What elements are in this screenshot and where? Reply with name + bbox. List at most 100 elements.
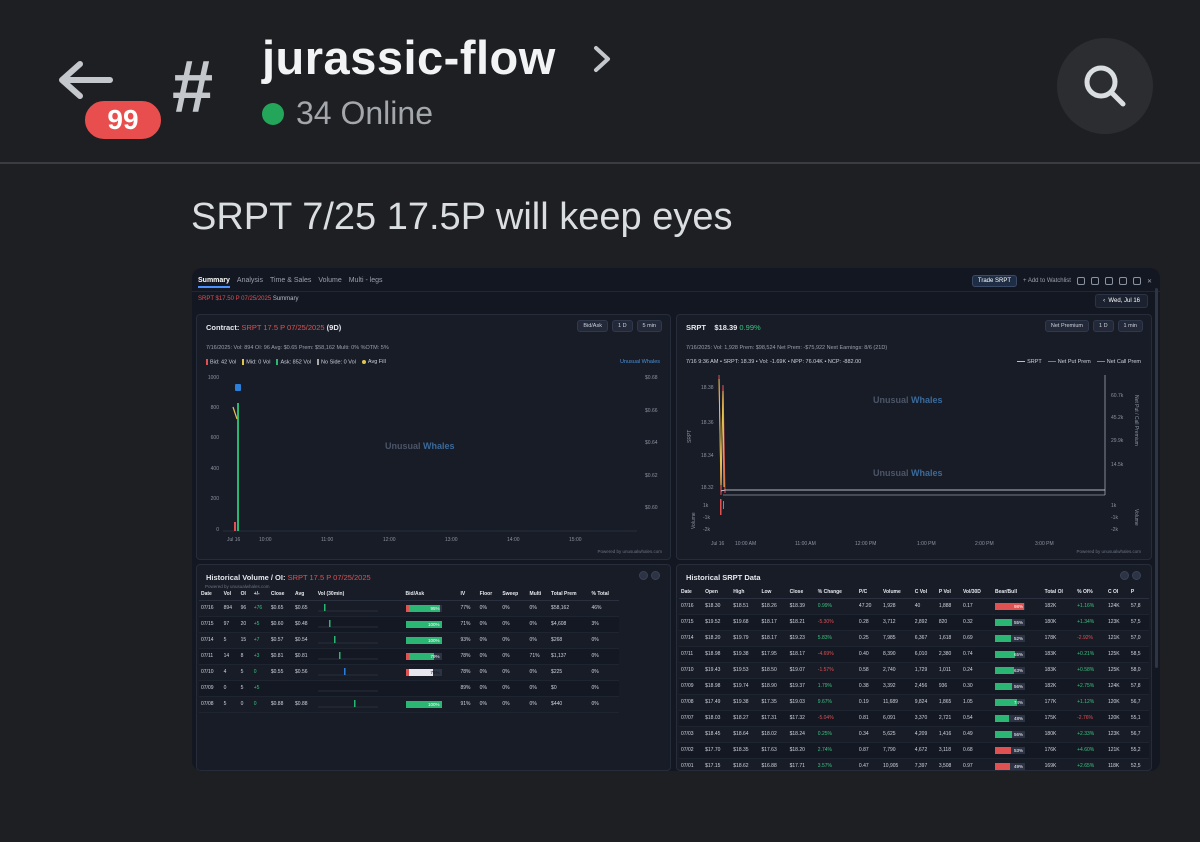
grid-icon[interactable] [1120, 571, 1129, 580]
spark-bar [353, 700, 356, 707]
info-icon[interactable] [1076, 277, 1085, 285]
table-cell: $19.37 [787, 678, 816, 695]
x-tick: 15:00 [569, 537, 582, 543]
table-cell: $0.54 [293, 632, 316, 649]
vol-tick: -2k [703, 527, 710, 533]
table-cell: 10,905 [881, 758, 913, 771]
table-cell: 3.57% [815, 758, 857, 771]
table-cell: 07/10 [679, 662, 704, 679]
table-cell: 07/11 [199, 648, 222, 665]
table-cell: 8,390 [881, 646, 913, 663]
grid-icon[interactable] [639, 571, 648, 580]
table-cell: 0% [527, 632, 550, 649]
column-header: OI [238, 589, 252, 601]
y-axis-label: SRPT [687, 430, 693, 443]
table-row: 07/10 $19.43 $19.53 $18.50 $19.07 -1.57% 0.58 2… [679, 662, 1149, 679]
table-cell: 0 [251, 696, 269, 713]
table-cell: 55,2 [1128, 742, 1149, 759]
spark-bar [343, 668, 346, 675]
table-cell: 0 [238, 696, 252, 713]
tab-time-sales[interactable]: Time & Sales [270, 277, 311, 288]
search-button[interactable] [1057, 38, 1153, 134]
table-cell: 180K [1042, 726, 1076, 743]
calculator-icon[interactable] [1090, 277, 1099, 285]
table-cell: $4,608 [549, 616, 590, 633]
table-cell: 0% [500, 680, 528, 697]
column-header: P [1128, 587, 1149, 599]
gear-icon[interactable] [1104, 277, 1113, 285]
table-cell: 2,892 [912, 614, 937, 631]
bearbull-bar: 56% [995, 682, 1026, 690]
bearbull-bar: 56% [995, 730, 1026, 738]
table-cell: $19.07 [787, 662, 816, 679]
y2-tick: 29.9k [1111, 438, 1124, 444]
table-cell: 0.24 [960, 662, 994, 679]
column-header: C OI [1105, 587, 1129, 599]
settings-icon[interactable] [651, 571, 660, 580]
expand-icon[interactable] [1132, 277, 1141, 285]
table-cell: $0.81 [268, 648, 294, 665]
add-watchlist-link[interactable]: + Add to Watchlist [1023, 278, 1071, 284]
close-icon[interactable]: ✕ [1147, 278, 1152, 285]
bearbull-fill [995, 634, 1011, 642]
table-cell: 0% [589, 664, 619, 681]
tab-multi-legs[interactable]: Multi - legs [349, 277, 383, 288]
table-header: Date Open High Low Close% Change P/C Volume C V… [679, 587, 1149, 599]
bearbull-cell: 53% [993, 742, 1043, 759]
table-cell: 07/11 [679, 646, 704, 663]
bidask-cell: 100% [403, 632, 459, 649]
hist-oi-title-label: Historical Volume / OI: [206, 573, 286, 582]
bearbull-label: 49% [1014, 763, 1024, 769]
hist-oi-title-symbol: SRPT 17.5 P 07/25/2025 [287, 573, 371, 582]
bearbull-bar: 55% [995, 618, 1026, 626]
tab-summary[interactable]: Summary [198, 277, 230, 288]
screenshot-attachment[interactable]: Summary Analysis Time & Sales Volume Mul… [192, 268, 1160, 771]
table-cell: +1.34% [1075, 614, 1106, 631]
table-cell: $1,137 [549, 648, 590, 665]
table-cell: 0% [477, 616, 501, 633]
bearbull-bar: 53% [995, 746, 1026, 754]
table-cell: $18.39 [787, 598, 816, 615]
tab-analysis[interactable]: Analysis [237, 277, 263, 288]
scrollbar[interactable] [1155, 288, 1158, 668]
table-cell: $0.56 [293, 664, 316, 681]
bearbull-bar: 48% [995, 714, 1026, 722]
sparkline [317, 620, 378, 628]
table-cell: $18.35 [731, 742, 760, 759]
table-cell: 97 [221, 616, 239, 633]
date-picker[interactable]: ‹ Wed, Jul 16 [1095, 294, 1148, 308]
table-cell: 56,7 [1128, 726, 1149, 743]
column-header: Avg [293, 589, 316, 601]
tab-volume[interactable]: Volume [318, 277, 341, 288]
column-header: Date [199, 589, 222, 601]
column-header: Total Prem [549, 589, 590, 601]
column-header: C Vol [912, 587, 937, 599]
bell-icon[interactable] [1118, 277, 1127, 285]
table-cell: 0.99% [815, 598, 857, 615]
table-cell: 183K [1042, 646, 1076, 663]
column-header: Close [787, 587, 816, 599]
vol2-tick: -2k [1111, 527, 1118, 533]
chevron-right-icon[interactable] [588, 40, 616, 78]
table-cell: 936 [936, 678, 961, 695]
table-row: 07/15 $19.52 $19.68 $18.17 $18.21 -5.30% 0.28 3… [679, 614, 1149, 631]
column-header: Sweep [500, 589, 528, 601]
bearbull-fill [995, 650, 1015, 658]
table-row: 07/11 $18.98 $19.38 $17.95 $18.17 -4.69% 0.40 8… [679, 646, 1149, 663]
table-cell: 0% [500, 696, 528, 713]
table-cell: -4.69% [815, 646, 857, 663]
channel-title[interactable]: jurassic-flow [262, 30, 556, 85]
table-cell: 46% [589, 600, 619, 617]
table-cell: -1.57% [815, 662, 857, 679]
x-tick: 12:00 [383, 537, 396, 543]
table-cell: +5 [251, 616, 269, 633]
trade-button[interactable]: Trade SRPT [971, 275, 1017, 287]
settings-icon[interactable] [1132, 571, 1141, 580]
table-cell: -5.30% [815, 614, 857, 631]
back-arrow-icon[interactable] [58, 60, 114, 100]
bearbull-fill [995, 714, 1010, 722]
bearbull-bar: 49% [995, 762, 1026, 770]
column-header: IV [458, 589, 478, 601]
table-cell: 6,091 [881, 710, 913, 727]
table-cell: $17.70 [703, 742, 732, 759]
